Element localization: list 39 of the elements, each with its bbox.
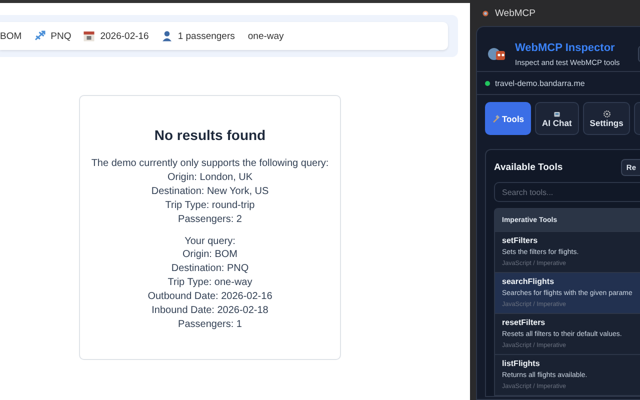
info-text: Destination: New York, US xyxy=(150,184,270,199)
section-title: Available Tools xyxy=(494,162,563,172)
hammer-icon xyxy=(492,114,500,122)
trip-type-text: one-way xyxy=(248,30,284,42)
info-text: Trip Type: round-trip xyxy=(164,198,256,213)
info-text: The demo currently only supports the following query: xyxy=(90,157,330,171)
date-text: 2026-02-16 xyxy=(100,30,149,42)
info-text: Destination: PNQ xyxy=(170,262,250,276)
tab-button[interactable]: AI Chat xyxy=(535,102,579,135)
app-icon xyxy=(482,10,489,16)
destination-text: PNQ xyxy=(50,30,72,42)
tool-name: listFlights xyxy=(502,359,541,368)
app-title: WebMCP Inspector xyxy=(515,42,616,54)
status-dot-icon xyxy=(485,80,490,86)
passengers-text: 1 passengers xyxy=(178,30,235,42)
person-icon xyxy=(160,30,173,42)
mascot-icon xyxy=(487,45,507,63)
search-field[interactable]: Search tools... xyxy=(494,182,640,202)
calendar-icon xyxy=(83,30,96,42)
airplane-icon xyxy=(34,30,46,42)
info-text: Origin: London, UK xyxy=(166,170,254,185)
info-text: Trip Type: one-way xyxy=(166,276,254,290)
info-text: Outbound Date: 2026-02-16 xyxy=(146,290,274,304)
info-text: Passengers: 2 xyxy=(177,212,243,227)
tab-button[interactable]: Tools xyxy=(485,102,532,135)
tool-name: setFilters xyxy=(502,236,539,245)
tool-name: searchFlights xyxy=(502,277,556,286)
tool-name: resetFilters xyxy=(502,318,546,327)
gear-icon xyxy=(602,110,611,118)
result-title: No results found xyxy=(153,127,267,143)
info-text: Your query: xyxy=(184,234,236,248)
window-title: WebMCP xyxy=(495,8,536,18)
robot-icon xyxy=(552,110,561,118)
site-url: travel-demo.bandarra.me xyxy=(495,78,585,88)
info-text: Origin: BOM xyxy=(181,248,238,262)
origin-text: BOM xyxy=(0,30,22,42)
tab-button[interactable]: Settings xyxy=(582,102,630,135)
info-text: Inbound Date: 2026-02-18 xyxy=(150,304,270,318)
info-text: Passengers: 1 xyxy=(177,318,243,332)
